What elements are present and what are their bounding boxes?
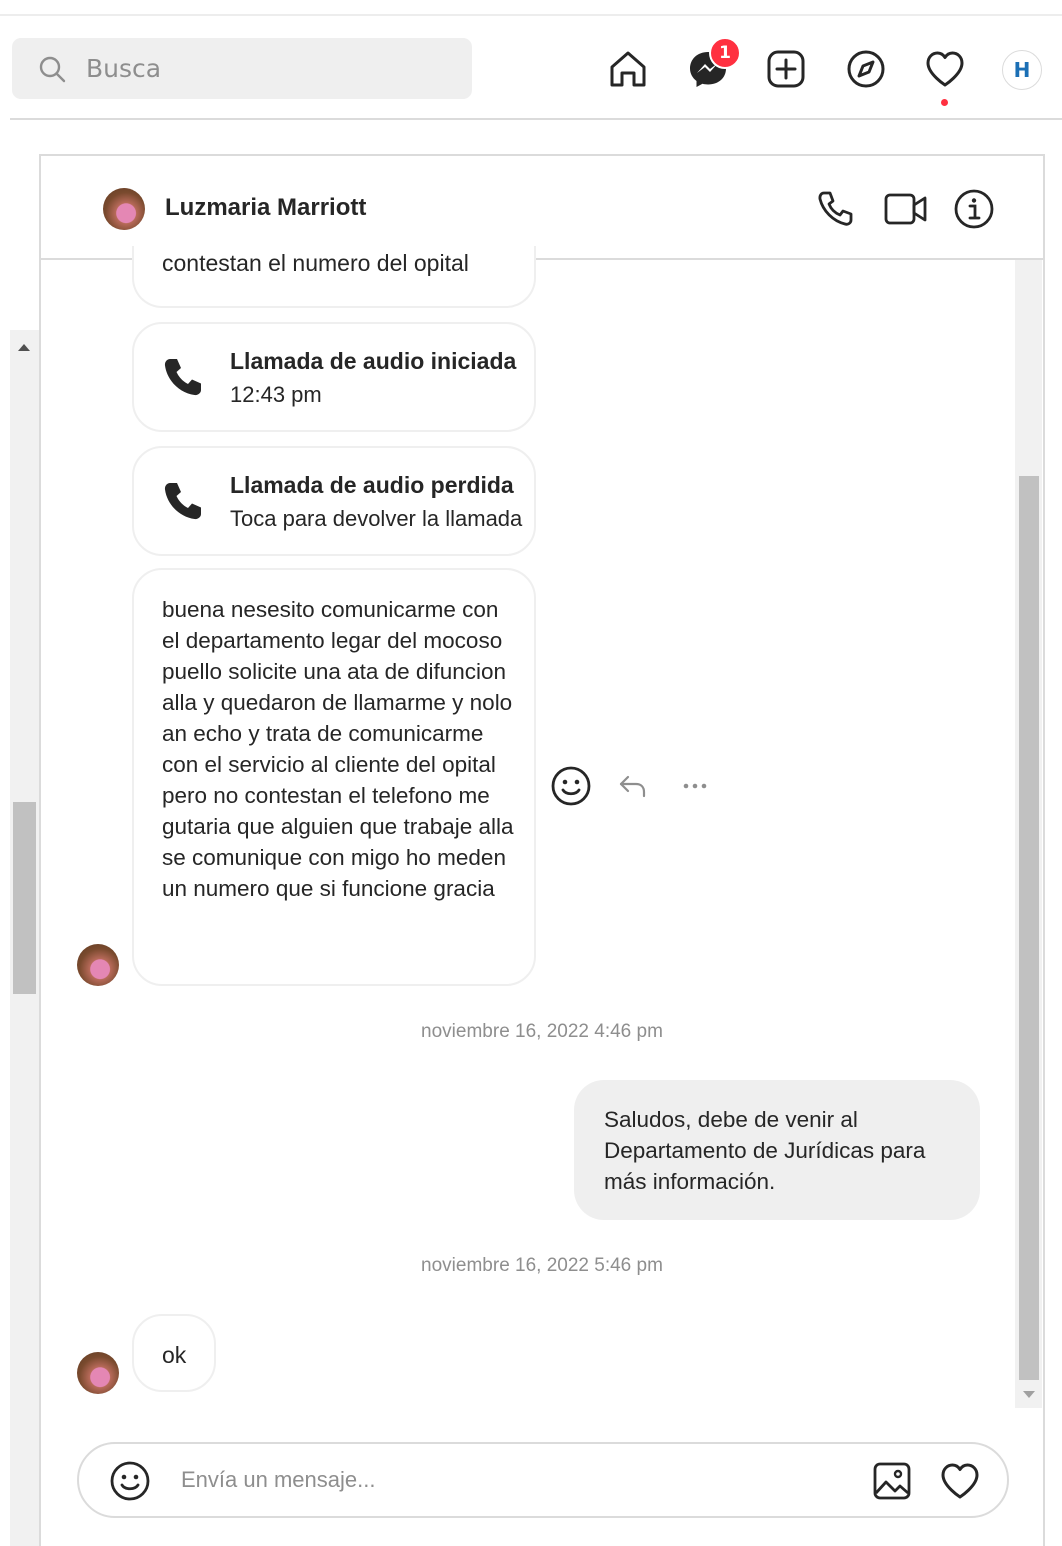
audio-call-icon[interactable]: [813, 186, 859, 232]
page-scrollbar[interactable]: [10, 330, 39, 1546]
phone-icon: [162, 356, 204, 403]
scroll-up-arrow-icon[interactable]: [18, 344, 30, 351]
sender-avatar[interactable]: [77, 944, 119, 986]
phone-icon: [162, 480, 204, 527]
contact-name[interactable]: Luzmaria Marriott: [165, 194, 366, 222]
call-title: Llamada de audio iniciada: [230, 348, 517, 374]
new-post-icon[interactable]: [762, 45, 810, 93]
activity-heart-icon[interactable]: [921, 45, 969, 93]
call-title: Llamada de audio perdida: [230, 472, 514, 498]
activity-dot: [941, 99, 948, 106]
react-emoji-icon[interactable]: [549, 764, 593, 808]
window-top-edge: [0, 14, 1062, 16]
message-bubble-received[interactable]: buena nesesito comunicarme con el depart…: [132, 568, 536, 986]
messages-scrollbar[interactable]: [1015, 260, 1042, 1408]
reply-icon[interactable]: [611, 764, 655, 808]
message-text: contestan el numero del opital: [162, 250, 469, 276]
missed-call-item[interactable]: Llamada de audio perdida Toca para devol…: [132, 446, 536, 556]
messages-badge: 1: [709, 37, 741, 69]
contact-avatar[interactable]: [103, 188, 145, 230]
more-options-icon[interactable]: [673, 764, 717, 808]
message-bubble-sent[interactable]: Saludos, debe de venir al Departamento d…: [574, 1080, 980, 1220]
sender-avatar[interactable]: [77, 1352, 119, 1394]
profile-avatar[interactable]: H: [1002, 50, 1042, 90]
message-text: Saludos, debe de venir al Departamento d…: [604, 1107, 926, 1194]
chat-header: Luzmaria Marriott: [41, 156, 1043, 260]
message-text: buena nesesito comunicarme con el depart…: [162, 597, 514, 901]
search-box[interactable]: [12, 38, 472, 99]
video-call-icon[interactable]: [883, 186, 929, 232]
top-bar-divider: [10, 118, 1062, 120]
message-composer: [77, 1442, 1009, 1518]
image-upload-icon[interactable]: [869, 1458, 915, 1504]
message-text: ok: [162, 1342, 187, 1368]
info-icon[interactable]: [951, 186, 997, 232]
messages-scroll-thumb[interactable]: [1019, 476, 1039, 1380]
explore-icon[interactable]: [842, 45, 890, 93]
page-scroll-thumb[interactable]: [13, 802, 36, 994]
message-timestamp: noviembre 16, 2022 4:46 pm: [421, 1021, 663, 1042]
like-heart-icon[interactable]: [937, 1458, 983, 1504]
scroll-down-arrow-icon[interactable]: [1023, 1391, 1035, 1398]
search-input[interactable]: [86, 48, 456, 88]
search-icon: [38, 55, 66, 87]
message-input[interactable]: [181, 1458, 831, 1502]
chat-panel: Luzmaria Marriott contestan el numero de…: [39, 154, 1045, 1546]
call-time: 12:43 pm: [230, 382, 322, 407]
home-icon[interactable]: [604, 45, 652, 93]
message-bubble-received[interactable]: contestan el numero del opital: [132, 246, 536, 308]
message-bubble-received[interactable]: ok: [132, 1314, 216, 1392]
profile-initial: H: [1013, 58, 1031, 82]
call-back-hint: Toca para devolver la llamada: [230, 506, 523, 531]
message-timestamp: noviembre 16, 2022 5:46 pm: [421, 1255, 663, 1276]
emoji-picker-icon[interactable]: [107, 1458, 153, 1504]
call-log-item[interactable]: Llamada de audio iniciada 12:43 pm: [132, 322, 536, 432]
